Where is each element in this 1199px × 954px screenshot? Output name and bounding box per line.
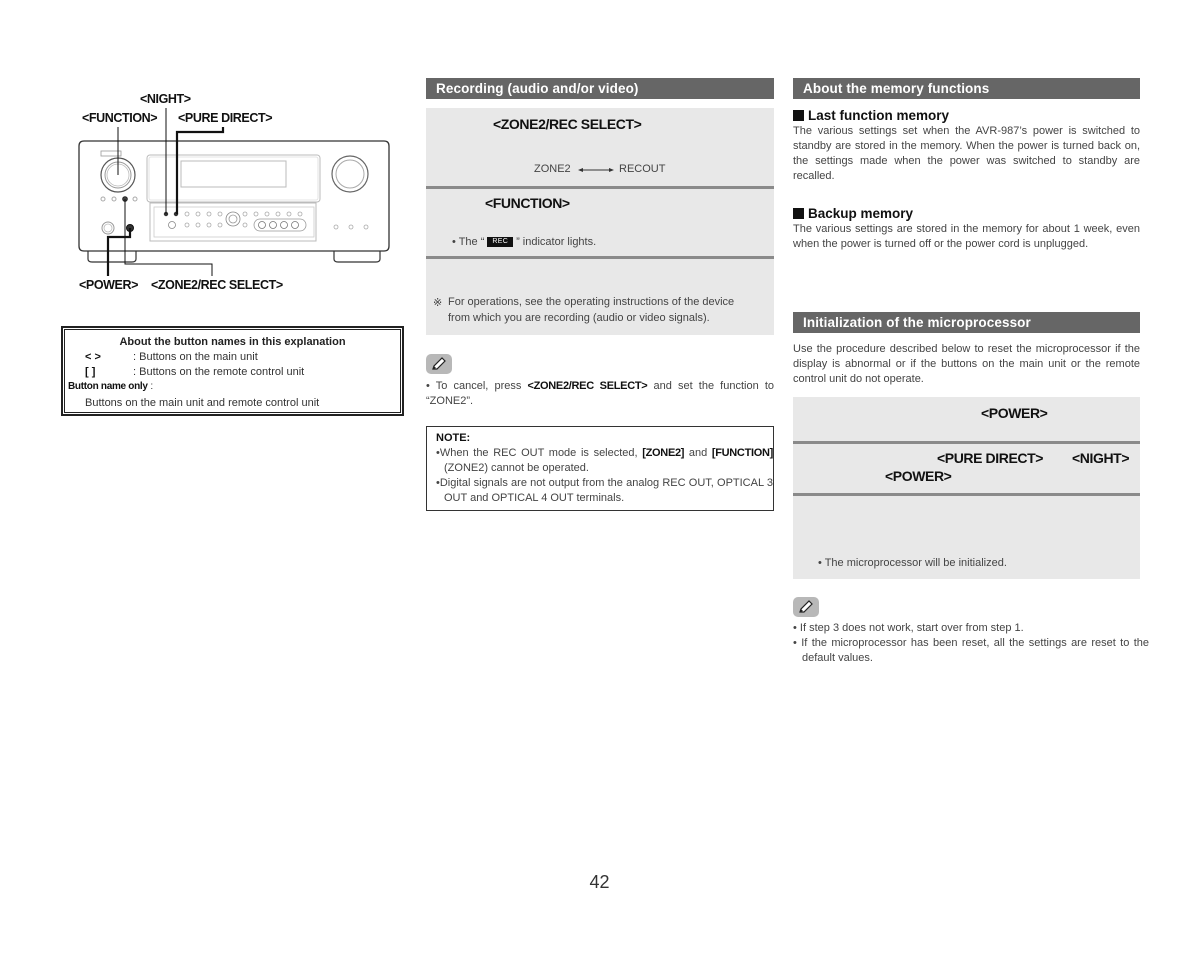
double-arrow-icon bbox=[578, 168, 614, 172]
power-button-label: <POWER> bbox=[79, 278, 139, 292]
legend-colon: : bbox=[147, 381, 154, 392]
recording-note-box: NOTE: •When the REC OUT mode is selected… bbox=[426, 426, 774, 511]
legend-row-name-only: Button name only : bbox=[68, 381, 153, 392]
power-button-ref: <POWER> bbox=[885, 468, 952, 484]
zone2-remote-button-ref: [ZONE2] bbox=[642, 447, 685, 459]
note-text: and bbox=[684, 447, 712, 459]
zone2-rec-select-button-ref: <ZONE2/REC SELECT> bbox=[493, 116, 642, 132]
tip-text: If step 3 does not work, start over from… bbox=[799, 622, 1024, 634]
note-text: • The “ bbox=[452, 236, 485, 248]
legend-symbol: < > bbox=[85, 351, 101, 363]
legend-row-main-unit: < > : Buttons on the main unit bbox=[85, 351, 258, 363]
legend-text: : Buttons on the main unit bbox=[133, 351, 258, 363]
init-tip-2: • If the microprocessor has been reset, … bbox=[793, 637, 1149, 664]
recording-step-3: ※ For operations, see the operating inst… bbox=[426, 259, 774, 335]
legend-text: : Buttons on the remote control unit bbox=[133, 366, 305, 378]
init-step-2: <PURE DIRECT> <NIGHT> <POWER> bbox=[793, 444, 1140, 493]
function-button-label: <FUNCTION> bbox=[82, 111, 158, 125]
square-bullet-icon bbox=[793, 208, 804, 219]
recording-section-header: Recording (audio and/or video) bbox=[426, 78, 774, 99]
heading-text: Last function memory bbox=[808, 108, 950, 123]
recording-step-2: <FUNCTION> • The “REC” indicator lights. bbox=[426, 189, 774, 256]
init-step3-note: • The microprocessor will be initialized… bbox=[818, 557, 1007, 569]
rec-indicator-note: • The “REC” indicator lights. bbox=[452, 236, 596, 248]
mode-recout: RECOUT bbox=[619, 163, 666, 175]
heading-text: Backup memory bbox=[808, 206, 914, 221]
backup-memory-heading: Backup memory bbox=[793, 206, 913, 221]
backup-memory-text: The various settings are stored in the m… bbox=[793, 223, 1140, 250]
note-text: When the REC OUT mode is selected, bbox=[439, 447, 643, 459]
legend-name-only-text: Buttons on the main unit and remote cont… bbox=[85, 397, 320, 409]
pure-direct-button-label: <PURE DIRECT> bbox=[178, 111, 273, 125]
function-button-ref: <FUNCTION> bbox=[485, 195, 570, 211]
page-number: 42 bbox=[589, 872, 610, 892]
square-bullet-icon bbox=[793, 110, 804, 121]
receiver-front-panel-drawing bbox=[78, 108, 390, 276]
memo-pencil-icon bbox=[793, 597, 819, 617]
power-button-ref: <POWER> bbox=[981, 405, 1048, 421]
note-text: (ZONE2) cannot be operated. bbox=[444, 462, 589, 474]
night-button-label: <NIGHT> bbox=[140, 92, 191, 106]
memory-section-header: About the memory functions bbox=[793, 78, 1140, 99]
last-function-memory-heading: Last function memory bbox=[793, 108, 949, 123]
note-bullet-1: •When the REC OUT mode is selected, [ZON… bbox=[436, 447, 774, 474]
zone2-rec-select-button-label: <ZONE2/REC SELECT> bbox=[151, 278, 283, 292]
pure-direct-button-ref: <PURE DIRECT> bbox=[937, 450, 1044, 466]
init-tip-1: • If step 3 does not work, start over fr… bbox=[793, 622, 1024, 634]
init-intro-text: Use the procedure described below to res… bbox=[793, 343, 1140, 385]
init-section-header: Initialization of the microprocessor bbox=[793, 312, 1140, 333]
recording-tip: • To cancel, press <ZONE2/REC SELECT> an… bbox=[426, 380, 774, 407]
note-text: ” indicator lights. bbox=[516, 236, 597, 248]
function-remote-button-ref: [FUNCTION] bbox=[711, 447, 774, 459]
step3-note-line2: from which you are recording (audio or v… bbox=[448, 312, 710, 324]
last-function-memory-text: The various settings set when the AVR-98… bbox=[793, 125, 1140, 182]
night-button-ref: <NIGHT> bbox=[1072, 450, 1130, 466]
legend-row-remote-unit: [ ] : Buttons on the remote control unit bbox=[85, 366, 304, 378]
legend-name-only-label: Button name only bbox=[68, 381, 148, 392]
tip-text: To cancel, press bbox=[435, 380, 528, 392]
mode-zone2: ZONE2 bbox=[534, 163, 571, 175]
tip-button-ref: <ZONE2/REC SELECT> bbox=[527, 380, 648, 392]
note-text: Digital signals are not output from the … bbox=[439, 477, 773, 504]
note-bullet-2: •Digital signals are not output from the… bbox=[436, 477, 773, 504]
note-title: NOTE: bbox=[436, 432, 471, 444]
memo-pencil-icon bbox=[426, 354, 452, 374]
rec-indicator-badge: REC bbox=[487, 237, 514, 248]
legend-title: About the button names in this explanati… bbox=[119, 336, 346, 348]
init-step-3: • The microprocessor will be initialized… bbox=[793, 496, 1140, 579]
step3-note-line1: For operations, see the operating instru… bbox=[448, 296, 735, 308]
recording-step-1: <ZONE2/REC SELECT> ZONE2 RECOUT bbox=[426, 108, 774, 186]
reference-mark: ※ bbox=[433, 297, 443, 309]
init-step-1: <POWER> bbox=[793, 397, 1140, 441]
tip-text: If the microprocessor has been reset, al… bbox=[801, 637, 1149, 664]
legend-symbol: [ ] bbox=[85, 366, 96, 378]
button-name-legend: About the button names in this explanati… bbox=[61, 326, 404, 416]
